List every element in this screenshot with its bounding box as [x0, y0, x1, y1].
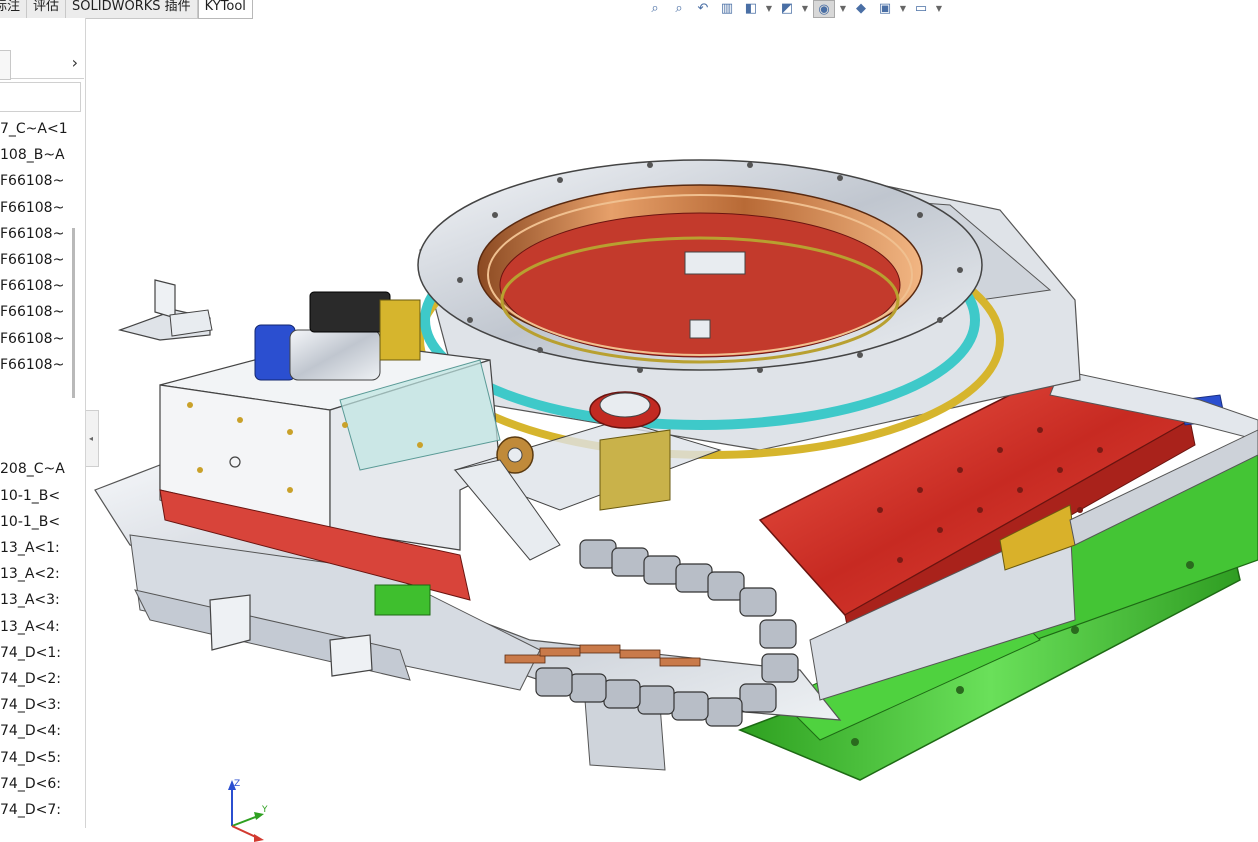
tab-evaluate[interactable]: 评估	[27, 0, 67, 18]
feature-tree: 7_C~A<1 108_B~A F66108~ F66108~ F66108~ …	[0, 116, 84, 823]
command-manager-tabs: 标注 评估 SOLIDWORKS 插件 KYTool	[0, 0, 253, 19]
tree-scrollbar[interactable]	[72, 228, 75, 398]
tree-item[interactable]: 13_A<3:	[0, 587, 84, 613]
zoom-to-fit-icon[interactable]: ⌕	[645, 0, 665, 16]
tree-item[interactable]: F66108~	[0, 168, 84, 194]
apply-scene-icon[interactable]: ▣	[875, 0, 895, 16]
chevron-down-icon[interactable]: ▼	[765, 0, 773, 16]
heads-up-view-toolbar: ⌕ ⌕ ↶ ▥ ◧ ▼ ◩ ▼ ◉ ▼ ◆ ▣ ▼ ▭ ▼	[645, 0, 943, 18]
tree-item[interactable]: 13_A<4:	[0, 614, 84, 640]
cable-drag-chain	[535, 539, 799, 727]
view-orientation-icon[interactable]: ◧	[741, 0, 761, 16]
chevron-down-icon[interactable]: ▼	[899, 0, 907, 16]
tree-item[interactable]: 74_D<6:	[0, 771, 84, 797]
tree-item[interactable]: 7_C~A<1	[0, 116, 84, 142]
svg-text:Z: Z	[234, 779, 240, 789]
panel-tab-strip: ›	[0, 50, 84, 80]
tree-item[interactable]: 208_C~A	[0, 456, 84, 482]
tree-item[interactable]: 74_D<4:	[0, 718, 84, 744]
tree-item[interactable]: 13_A<2:	[0, 561, 84, 587]
sensor-bracket	[117, 279, 213, 341]
tree-item[interactable]: 74_D<2:	[0, 666, 84, 692]
tree-item[interactable]	[0, 430, 84, 456]
previous-view-icon[interactable]: ↶	[693, 0, 713, 16]
tree-item[interactable]: F66108~	[0, 195, 84, 221]
tree-item[interactable]: 10-1_B<	[0, 509, 84, 535]
chevron-down-icon[interactable]: ▼	[801, 0, 809, 16]
tab-kytool[interactable]: KYTool	[197, 0, 253, 19]
view-settings-icon[interactable]: ▭	[911, 0, 931, 16]
graphics-area[interactable]: Z Y	[88, 18, 1258, 842]
panel-tab[interactable]	[0, 50, 11, 80]
edit-appearance-icon[interactable]: ◆	[851, 0, 871, 16]
tab-markup[interactable]: 标注	[0, 0, 28, 18]
chevron-right-icon[interactable]: ›	[72, 53, 78, 72]
tab-solidworks-addins[interactable]: SOLIDWORKS 插件	[66, 0, 198, 18]
feature-manager-panel: › 7_C~A<1 108_B~A F66108~ F66108~ F66108…	[0, 18, 86, 828]
tree-item[interactable]: 74_D<7:	[0, 797, 84, 823]
tree-item[interactable]	[0, 404, 84, 430]
tree-item[interactable]: 10-1_B<	[0, 483, 84, 509]
assembly-model-render	[94, 159, 1258, 781]
chevron-down-icon[interactable]: ▼	[935, 0, 943, 16]
display-style-icon[interactable]: ◩	[777, 0, 797, 16]
tree-filter-input[interactable]	[0, 82, 81, 112]
zoom-to-area-icon[interactable]: ⌕	[669, 0, 689, 16]
hide-show-items-icon[interactable]: ◉	[813, 0, 835, 18]
section-view-icon[interactable]: ▥	[717, 0, 737, 16]
svg-text:Y: Y	[261, 805, 268, 815]
tree-item[interactable]: 108_B~A	[0, 142, 84, 168]
orientation-triad: Z Y	[228, 779, 268, 842]
tree-item[interactable]: 13_A<1:	[0, 535, 84, 561]
tree-item[interactable]: 74_D<3:	[0, 692, 84, 718]
tree-item[interactable]: 74_D<5:	[0, 745, 84, 771]
tree-item[interactable]: 74_D<1:	[0, 640, 84, 666]
chevron-down-icon[interactable]: ▼	[839, 0, 847, 16]
